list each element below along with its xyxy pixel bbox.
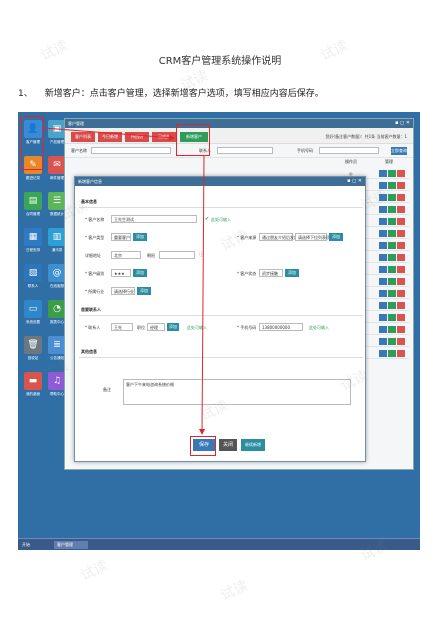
step-number: 1、 bbox=[18, 89, 33, 99]
document-page: CRM客户管理系统操作说明 1、 新增客户：点击客户管理，选择新增客户选项，填写相… bbox=[0, 0, 440, 620]
crm-screenshot: 👤 客户管理 ▣ 产品管理 ✎ 跟进记录 ✉ 邮件管理 ▤ 合同管理 ☰ 数据统计 ▦ 日程安排 ▥ 通讯录 ▧… bbox=[18, 112, 420, 550]
annotation-arrows bbox=[43, 127, 206, 435]
watermark: 试读 bbox=[78, 557, 111, 585]
watermark: 试读 bbox=[218, 577, 251, 605]
step-instruction: 1、 新增客户：点击客户管理，选择新增客户选项，填写相应内容后保存。 bbox=[18, 86, 324, 99]
